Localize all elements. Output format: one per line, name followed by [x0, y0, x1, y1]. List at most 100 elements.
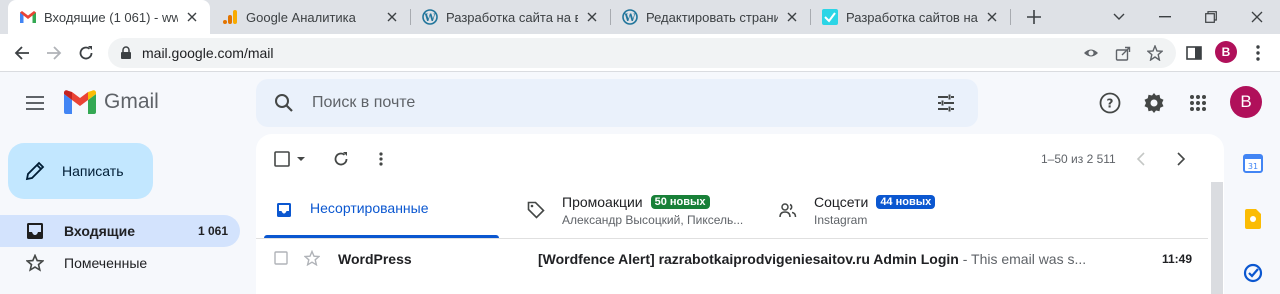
- star-icon: [26, 254, 44, 272]
- tab-senders: Instagram: [814, 213, 868, 227]
- browser-tab-wordpress-1[interactable]: W Разработка сайта на вор: [410, 0, 610, 34]
- main-menu-button[interactable]: [22, 90, 48, 116]
- sidebar-item-label: Входящие: [64, 223, 135, 239]
- account-avatar[interactable]: B: [1230, 86, 1262, 118]
- gmail-logo-text: Gmail: [104, 90, 159, 113]
- back-button[interactable]: [10, 41, 34, 65]
- url-text: mail.google.com/mail: [142, 45, 274, 61]
- browser-tab-gmail[interactable]: Входящие (1 061) - www.: [8, 0, 210, 34]
- refresh-button[interactable]: [333, 149, 349, 169]
- close-icon: [1251, 11, 1263, 23]
- minimize-button[interactable]: [1142, 0, 1188, 34]
- browser-profile-avatar[interactable]: B: [1215, 41, 1237, 63]
- hamburger-icon: [26, 96, 44, 110]
- sidebar-item-starred[interactable]: Помеченные: [0, 247, 240, 279]
- svg-text:31: 31: [1248, 162, 1258, 171]
- search-icon[interactable]: [274, 93, 294, 113]
- tab-search-button[interactable]: [1096, 0, 1142, 34]
- tab-title: Редактировать страницу: [646, 9, 778, 25]
- chevron-down-icon: [1113, 13, 1125, 20]
- arrow-right-icon: [47, 46, 62, 60]
- help-button[interactable]: ?: [1098, 91, 1122, 115]
- close-icon[interactable]: [784, 9, 800, 25]
- select-all-checkbox[interactable]: [274, 149, 306, 169]
- tab-title: Разработка сайтов на во: [846, 9, 978, 25]
- pencil-icon: [25, 161, 45, 181]
- search-bar[interactable]: [256, 79, 978, 127]
- close-icon[interactable]: [184, 9, 200, 25]
- newer-page-button[interactable]: [1136, 149, 1146, 169]
- svg-text:W: W: [423, 13, 436, 24]
- browser-tab-analytics[interactable]: Google Аналитика: [210, 0, 410, 34]
- tab-primary[interactable]: Несортированные: [274, 182, 499, 238]
- gmail-icon: [20, 9, 36, 25]
- restore-icon: [1205, 11, 1217, 23]
- gmail-logo[interactable]: Gmail: [64, 90, 159, 114]
- compose-button[interactable]: Написать: [8, 143, 153, 199]
- new-tab-button[interactable]: [1022, 5, 1046, 29]
- gear-icon: [1144, 93, 1164, 113]
- apps-grid-icon: [1190, 95, 1206, 111]
- checkbox-icon: [274, 250, 288, 265]
- close-window-button[interactable]: [1234, 0, 1280, 34]
- more-actions-button[interactable]: [379, 149, 383, 169]
- reload-button[interactable]: [74, 41, 98, 65]
- tab-social[interactable]: Соцсети 44 новых Instagram: [778, 182, 1018, 238]
- tab-separator: [1010, 9, 1011, 25]
- browser-menu-button[interactable]: [1246, 41, 1270, 65]
- tab-title: Google Аналитика: [246, 9, 356, 25]
- search-options-icon[interactable]: [936, 93, 956, 113]
- scrollbar[interactable]: [1211, 182, 1223, 294]
- close-icon[interactable]: [384, 9, 400, 25]
- settings-button[interactable]: [1142, 91, 1166, 115]
- sidebar-item-inbox[interactable]: Входящие 1 061: [0, 215, 240, 247]
- wordpress-icon: W: [422, 9, 438, 25]
- gmail-icon: [64, 90, 96, 114]
- address-bar[interactable]: mail.google.com/mail: [108, 38, 1176, 68]
- lock-icon: [121, 46, 131, 59]
- refresh-icon: [334, 152, 348, 166]
- search-input[interactable]: [312, 91, 872, 115]
- restore-button[interactable]: [1188, 0, 1234, 34]
- share-icon[interactable]: [1114, 44, 1132, 62]
- browser-tab-wordpress-2[interactable]: W Редактировать страницу: [610, 0, 810, 34]
- older-page-button[interactable]: [1176, 149, 1186, 169]
- checkbox-icon: [274, 151, 290, 167]
- side-apps-panel: 31: [1232, 134, 1280, 284]
- inbox-icon: [274, 200, 294, 220]
- tasks-icon: [1243, 263, 1263, 283]
- message-sender: WordPress: [338, 251, 412, 267]
- chevron-left-icon: [1136, 152, 1145, 166]
- tab-title: Входящие (1 061) - www.: [44, 9, 178, 25]
- calendar-button[interactable]: 31: [1242, 152, 1264, 174]
- lightbulb-icon: [1245, 209, 1261, 229]
- more-vert-icon: [1256, 45, 1260, 61]
- reload-icon: [79, 46, 93, 60]
- bookmark-star-icon[interactable]: [1146, 44, 1164, 62]
- side-panel-button[interactable]: [1182, 41, 1206, 65]
- chevron-right-icon: [1177, 152, 1186, 166]
- arrow-left-icon: [14, 46, 29, 60]
- keep-button[interactable]: [1242, 208, 1264, 230]
- close-icon[interactable]: [984, 9, 1000, 25]
- row-checkbox[interactable]: [274, 250, 288, 268]
- analytics-icon: [222, 9, 238, 25]
- browser-toolbar: mail.google.com/mail: [0, 34, 1280, 72]
- apps-button[interactable]: [1186, 91, 1210, 115]
- browser-tab-site-dev[interactable]: Разработка сайтов на во: [810, 0, 1010, 34]
- browser-tab-strip: Входящие (1 061) - www. Google Аналитика…: [0, 0, 1280, 34]
- more-vert-icon: [379, 152, 383, 166]
- star-toggle[interactable]: [303, 249, 321, 269]
- tab-label: Соцсети: [814, 194, 869, 210]
- tasks-button[interactable]: [1242, 262, 1264, 284]
- inbox-icon: [27, 223, 43, 239]
- svg-text:?: ?: [1107, 97, 1114, 111]
- side-panel-icon: [1186, 46, 1202, 60]
- forward-button[interactable]: [42, 41, 66, 65]
- eye-off-icon[interactable]: [1082, 44, 1100, 62]
- calendar-icon: 31: [1243, 154, 1263, 173]
- close-icon[interactable]: [584, 9, 600, 25]
- table-row[interactable]: WordPress [Wordfence Alert] razrabotkaip…: [256, 239, 1208, 279]
- tab-promotions[interactable]: Промоакции 50 новых Александр Высоцкий, …: [526, 182, 766, 238]
- help-icon: ?: [1099, 92, 1121, 114]
